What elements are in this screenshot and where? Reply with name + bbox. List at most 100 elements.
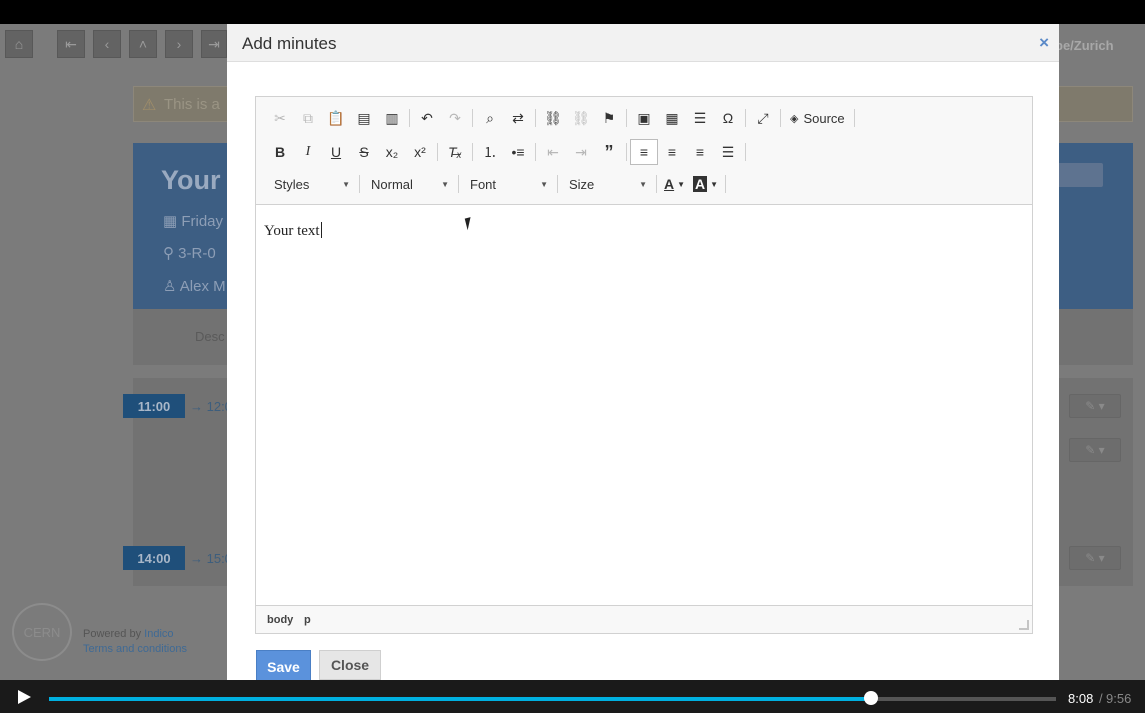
numbered-list-icon[interactable]: ⒈: [476, 139, 504, 165]
copy-icon[interactable]: ⧉: [294, 105, 322, 131]
event-person: Alex M: [179, 278, 226, 295]
source-label: Source: [803, 110, 845, 126]
chevron-down-icon: ▼: [710, 179, 719, 189]
anchor-flag-icon[interactable]: ⚑: [595, 105, 623, 131]
total-time: 9:56: [1106, 691, 1132, 706]
element-path-bar: body p: [256, 605, 1032, 633]
paste-text-icon[interactable]: ▤: [350, 105, 378, 131]
bold-icon[interactable]: B: [266, 139, 294, 165]
powered-by-label: Powered by: [83, 628, 142, 640]
home-icon[interactable]: ⌂: [5, 30, 33, 58]
subscript-icon[interactable]: x₂: [378, 139, 406, 165]
toolbar-separator: [535, 109, 536, 127]
size-dropdown[interactable]: Size ▼: [561, 171, 653, 197]
add-minutes-dialog: Add minutes × ✂ ⧉ 📋 ▤ ▥ ↶ ↷ ⌕ ⇄ ⛓ ⛓ ⚑ ▣ …: [227, 24, 1059, 704]
bulleted-list-icon[interactable]: •≡: [504, 139, 532, 165]
paste-word-icon[interactable]: ▥: [378, 105, 406, 131]
special-char-icon[interactable]: Ω: [714, 105, 742, 131]
align-center-icon[interactable]: ≡: [658, 139, 686, 165]
timetable-start-time[interactable]: 11:00: [123, 394, 185, 418]
play-icon[interactable]: [18, 690, 31, 704]
justify-icon[interactable]: ☰: [714, 139, 742, 165]
text-color-button[interactable]: A ▼: [660, 171, 689, 197]
toolbar-separator: [535, 143, 536, 161]
dialog-title: Add minutes: [242, 34, 337, 53]
table-icon[interactable]: ▦: [658, 105, 686, 131]
dialog-header: Add minutes ×: [227, 24, 1059, 62]
close-button[interactable]: Close: [319, 650, 381, 680]
terms-link[interactable]: Terms and conditions: [83, 643, 187, 655]
indent-icon[interactable]: ⇥: [567, 139, 595, 165]
source-button[interactable]: ◈ Source: [784, 105, 851, 131]
progress-bar[interactable]: [49, 697, 1056, 701]
unlink-icon[interactable]: ⛓: [567, 105, 595, 131]
editor-content-area[interactable]: Your text: [256, 205, 1032, 605]
video-controls: 8:08 / 9:56: [0, 680, 1145, 713]
person-icon: ♙: [163, 278, 180, 295]
background-color-button[interactable]: A ▼: [689, 171, 722, 197]
timetable-start-time[interactable]: 14:00: [123, 546, 185, 570]
undo-icon[interactable]: ↶: [413, 105, 441, 131]
event-title: Your: [161, 165, 221, 195]
format-dropdown[interactable]: Normal ▼: [363, 171, 455, 197]
pencil-edit-button[interactable]: ✎ ▾: [1069, 546, 1121, 570]
outdent-icon[interactable]: ⇤: [539, 139, 567, 165]
first-icon[interactable]: ⇤: [57, 30, 85, 58]
editor-toolbar: ✂ ⧉ 📋 ▤ ▥ ↶ ↷ ⌕ ⇄ ⛓ ⛓ ⚑ ▣ ▦ ☰ Ω ⤢ ◈ Sour…: [256, 97, 1032, 205]
event-room: 3-R-0: [178, 245, 216, 262]
event-edit-button[interactable]: [1057, 163, 1103, 187]
pencil-edit-button[interactable]: ✎ ▾: [1069, 394, 1121, 418]
superscript-icon[interactable]: x²: [406, 139, 434, 165]
toolbar-separator: [725, 175, 727, 193]
timezone-label[interactable]: pe/Zurich: [1055, 38, 1114, 53]
toolbar-separator: [359, 175, 360, 193]
event-person-row: ♙ Alex M: [163, 277, 226, 295]
align-left-icon[interactable]: ≡: [630, 139, 658, 165]
styles-label: Styles: [274, 176, 310, 192]
maximize-icon[interactable]: ⤢: [749, 105, 777, 131]
location-pin-icon: ⚲: [163, 245, 179, 262]
horizontal-rule-icon[interactable]: ☰: [686, 105, 714, 131]
styles-dropdown[interactable]: Styles ▼: [266, 171, 356, 197]
format-label: Normal: [371, 176, 413, 192]
redo-icon[interactable]: ↷: [441, 105, 469, 131]
paste-icon[interactable]: 📋: [322, 105, 350, 131]
time-separator: /: [1099, 691, 1103, 706]
toolbar-row-3: Styles ▼ Normal ▼ Font ▼ Size ▼ A ▼ A ▼: [266, 170, 729, 198]
strikethrough-icon[interactable]: S: [350, 139, 378, 165]
last-icon[interactable]: ⇥: [201, 30, 227, 58]
rich-text-editor: ✂ ⧉ 📋 ▤ ▥ ↶ ↷ ⌕ ⇄ ⛓ ⛓ ⚑ ▣ ▦ ☰ Ω ⤢ ◈ Sour…: [255, 96, 1033, 634]
toolbar-separator: [437, 143, 438, 161]
toolbar-row-2: B I U S x₂ x² T̶ₓ ⒈ •≡ ⇤ ⇥ ” ≡ ≡ ≡ ☰: [266, 138, 749, 166]
editor-text[interactable]: Your text: [264, 222, 322, 240]
replace-icon[interactable]: ⇄: [504, 105, 532, 131]
underline-icon[interactable]: U: [322, 139, 350, 165]
progress-handle[interactable]: [863, 691, 878, 705]
toolbar-separator: [472, 109, 473, 127]
align-right-icon[interactable]: ≡: [686, 139, 714, 165]
cut-icon[interactable]: ✂: [266, 105, 294, 131]
blockquote-icon[interactable]: ”: [595, 139, 623, 165]
prev-icon[interactable]: ‹: [93, 30, 121, 58]
event-date-row: ▦ Friday: [163, 212, 223, 230]
path-p[interactable]: p: [304, 614, 311, 626]
timetable-end-time: → 15:0: [190, 551, 232, 566]
toolbar-row-1: ✂ ⧉ 📋 ▤ ▥ ↶ ↷ ⌕ ⇄ ⛓ ⛓ ⚑ ▣ ▦ ☰ Ω ⤢ ◈ Sour…: [266, 104, 858, 132]
description-label: Desc: [195, 329, 225, 344]
font-dropdown[interactable]: Font ▼: [462, 171, 554, 197]
remove-format-icon[interactable]: T̶ₓ: [441, 139, 469, 165]
event-date: Friday: [181, 213, 224, 230]
save-button[interactable]: Save: [256, 650, 311, 684]
image-icon[interactable]: ▣: [630, 105, 658, 131]
italic-icon[interactable]: I: [294, 139, 322, 165]
close-icon[interactable]: ×: [1039, 33, 1049, 53]
up-icon[interactable]: ˄: [129, 30, 157, 58]
link-icon[interactable]: ⛓: [539, 105, 567, 131]
resize-handle-icon[interactable]: [1019, 620, 1029, 630]
pencil-edit-button[interactable]: ✎ ▾: [1069, 438, 1121, 462]
indico-link[interactable]: Indico: [144, 628, 173, 640]
path-body[interactable]: body: [267, 614, 293, 626]
calendar-icon: ▦: [163, 213, 182, 230]
next-icon[interactable]: ›: [165, 30, 193, 58]
find-icon[interactable]: ⌕: [476, 105, 504, 131]
